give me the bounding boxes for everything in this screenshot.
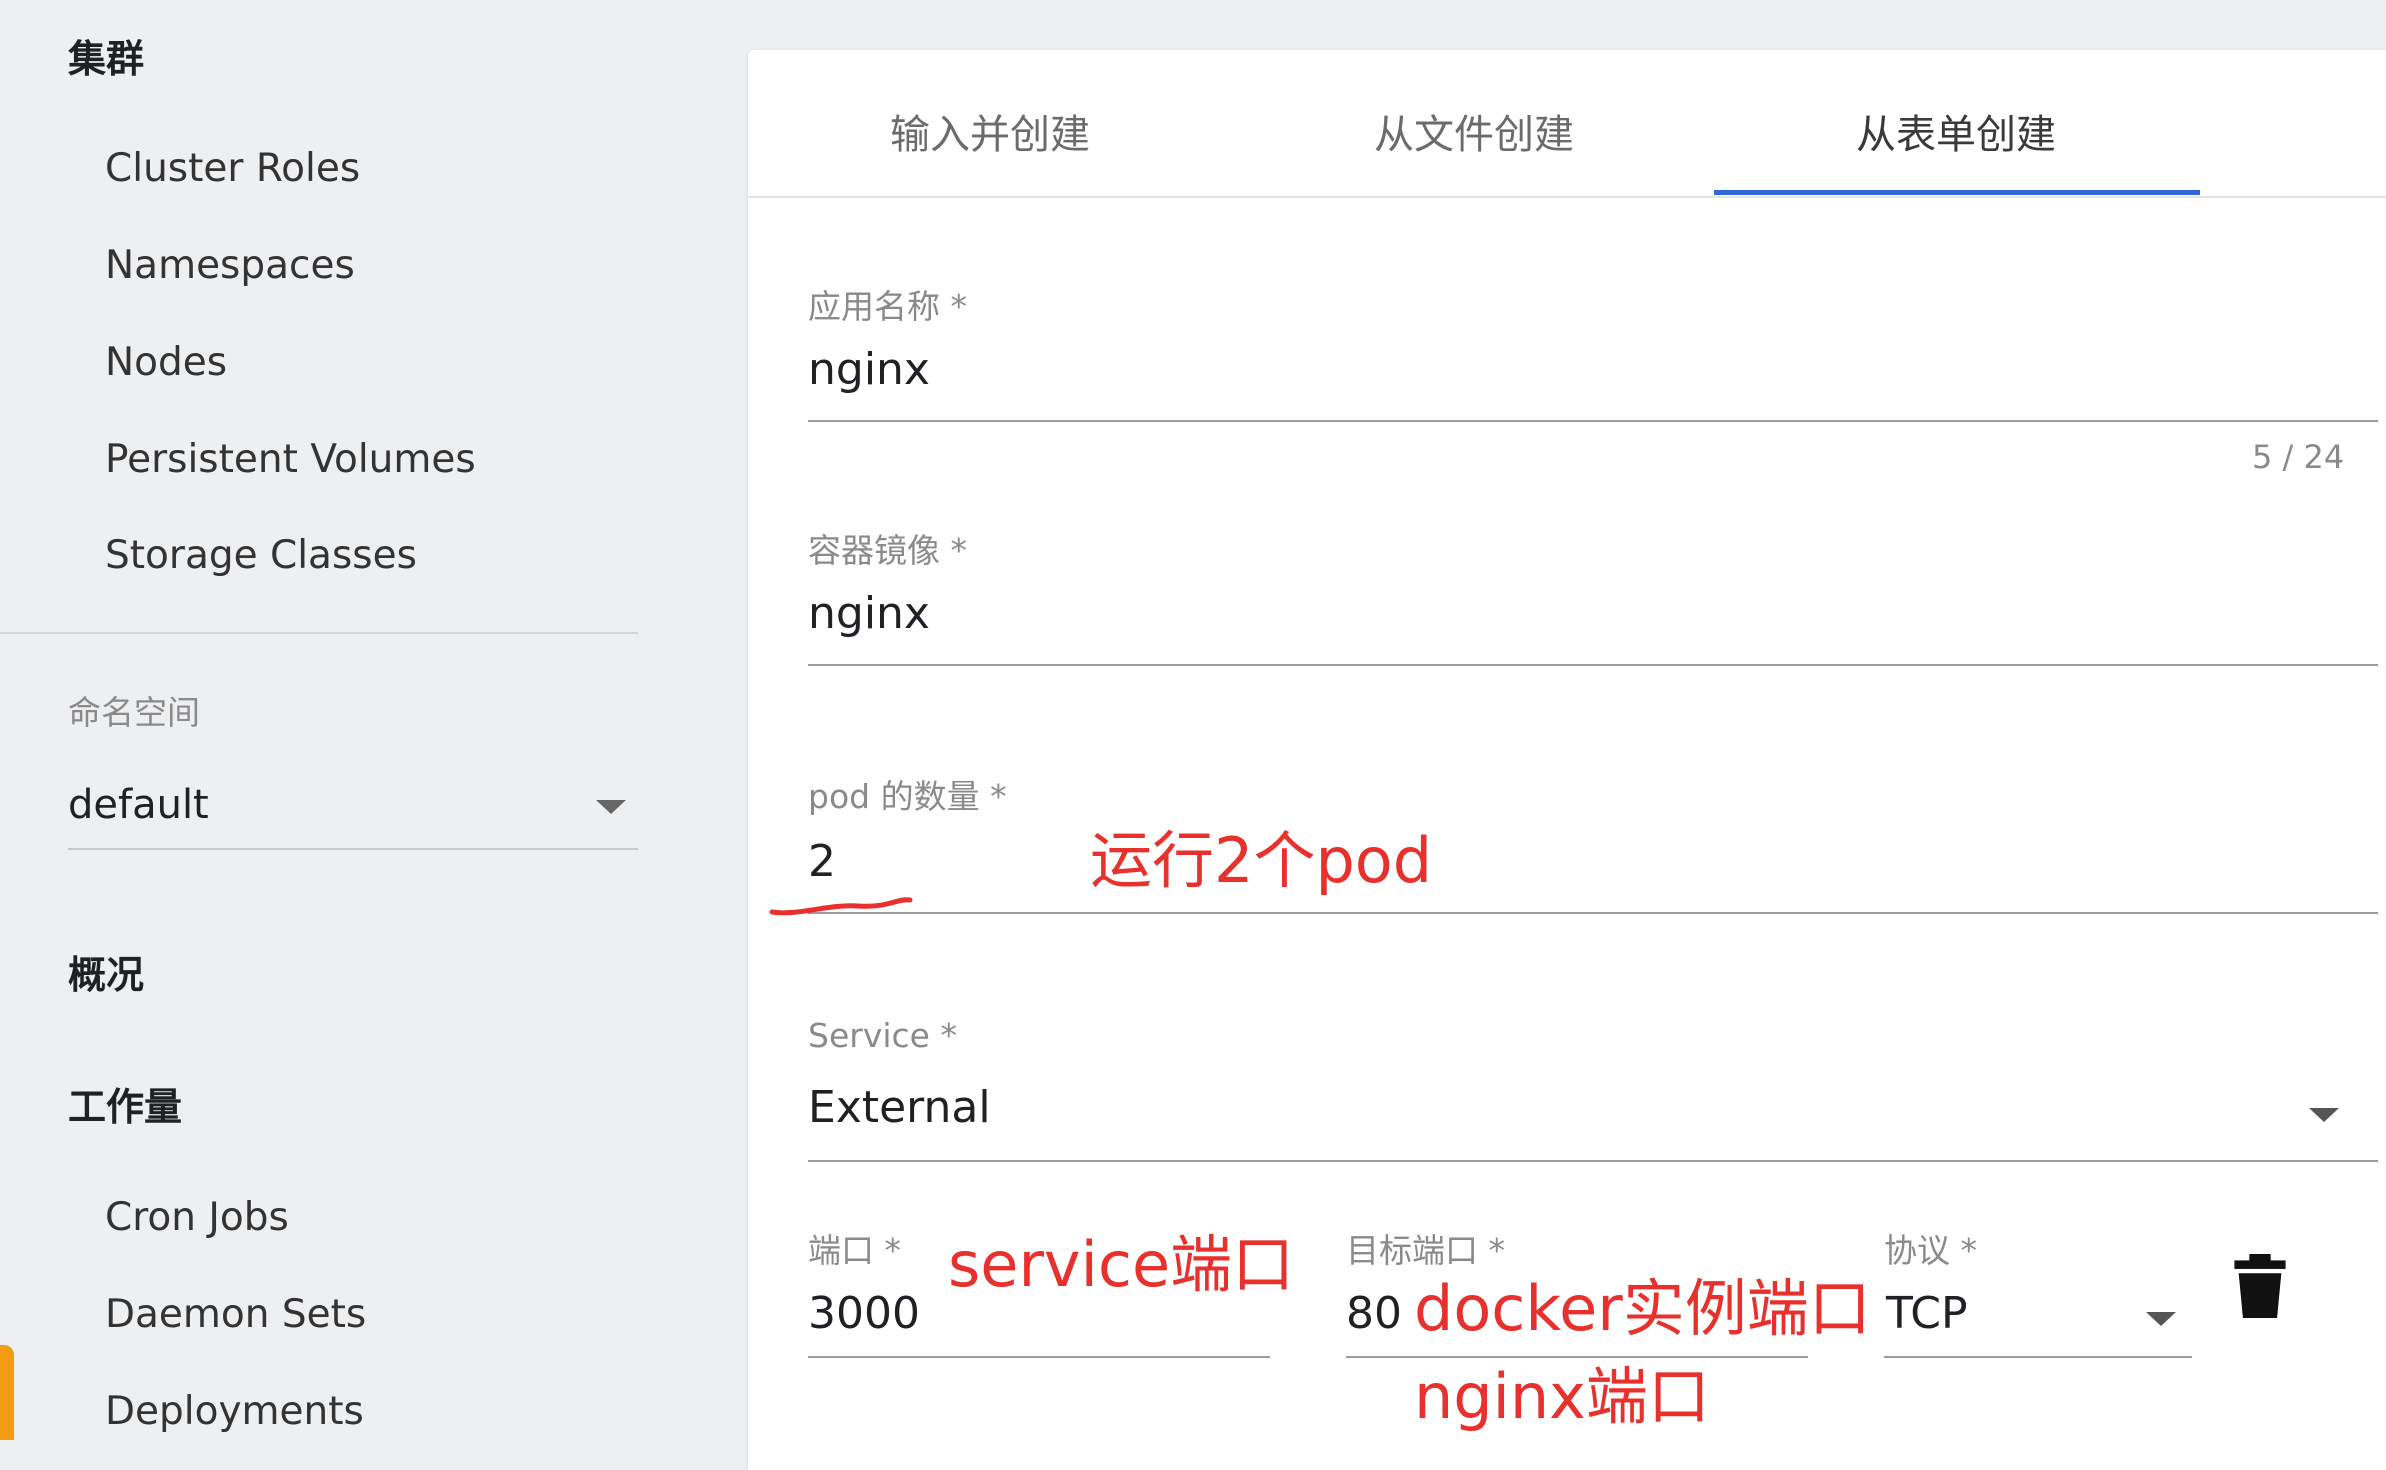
pods-underline	[808, 912, 2378, 914]
active-tab-indicator	[1714, 190, 2200, 195]
sidebar-divider	[0, 632, 638, 634]
service-select[interactable]: External	[808, 1082, 991, 1133]
image-input[interactable]: nginx	[808, 588, 930, 639]
cluster-heading: 集群	[68, 37, 145, 81]
caret-down-icon	[2146, 1312, 2176, 1326]
namespace-select[interactable]: default	[68, 770, 638, 850]
app-name-underline	[808, 420, 2378, 422]
sidebar: 集群 Cluster Roles Namespaces Nodes Persis…	[0, 0, 690, 1440]
app-name-counter: 5 / 24	[2252, 438, 2345, 476]
namespace-label: 命名空间	[68, 693, 200, 732]
image-label: 容器镜像 *	[808, 531, 967, 570]
pods-input[interactable]: 2	[808, 836, 836, 887]
tab-input-create[interactable]: 输入并创建	[748, 102, 1232, 160]
caret-down-icon	[596, 800, 626, 814]
sidebar-item-cron-jobs[interactable]: Cron Jobs	[105, 1195, 289, 1240]
red-underline-scribble	[769, 897, 913, 916]
service-label: Service *	[808, 1016, 957, 1055]
port-underline	[808, 1356, 1270, 1358]
overview-heading[interactable]: 概况	[68, 944, 144, 999]
target-port-annotation-1: docker实例端口	[1414, 1272, 1871, 1345]
app-name-label: 应用名称 *	[808, 287, 967, 326]
port-input[interactable]: 3000	[808, 1288, 920, 1339]
feedback-tab[interactable]	[0, 1345, 14, 1440]
create-panel: 输入并创建 从文件创建 从表单创建 应用名称 * nginx 5 / 24 容器…	[748, 50, 2386, 1470]
protocol-select[interactable]: TCP	[1886, 1288, 1968, 1339]
sidebar-item-storage-classes[interactable]: Storage Classes	[105, 533, 417, 578]
pods-label: pod 的数量 *	[808, 777, 1007, 816]
pods-annotation: 运行2个pod	[1090, 824, 1433, 897]
namespace-value: default	[68, 782, 209, 828]
tab-bar: 输入并创建 从文件创建 从表单创建	[748, 50, 2386, 198]
protocol-label: 协议 *	[1884, 1231, 1977, 1270]
tab-form-create[interactable]: 从表单创建	[1714, 102, 2198, 160]
target-port-input[interactable]: 80	[1346, 1288, 1402, 1339]
sidebar-item-persistent-volumes[interactable]: Persistent Volumes	[105, 437, 476, 482]
service-underline	[808, 1160, 2378, 1162]
tab-file-create[interactable]: 从文件创建	[1232, 102, 1716, 160]
port-label: 端口 *	[808, 1231, 901, 1270]
port-annotation: service端口	[948, 1228, 1295, 1301]
sidebar-item-deployments[interactable]: Deployments	[105, 1389, 364, 1434]
trash-icon[interactable]	[2234, 1254, 2286, 1318]
sidebar-item-nodes[interactable]: Nodes	[105, 340, 227, 385]
sidebar-item-daemon-sets[interactable]: Daemon Sets	[105, 1292, 366, 1337]
sidebar-item-namespaces[interactable]: Namespaces	[105, 243, 355, 288]
protocol-underline	[1884, 1356, 2192, 1358]
caret-down-icon	[2309, 1108, 2339, 1122]
image-underline	[808, 664, 2378, 666]
workloads-heading[interactable]: 工作量	[68, 1076, 182, 1131]
app-name-input[interactable]: nginx	[808, 344, 930, 395]
sidebar-item-cluster-roles[interactable]: Cluster Roles	[105, 146, 360, 191]
target-port-annotation-2: nginx端口	[1414, 1360, 1710, 1433]
